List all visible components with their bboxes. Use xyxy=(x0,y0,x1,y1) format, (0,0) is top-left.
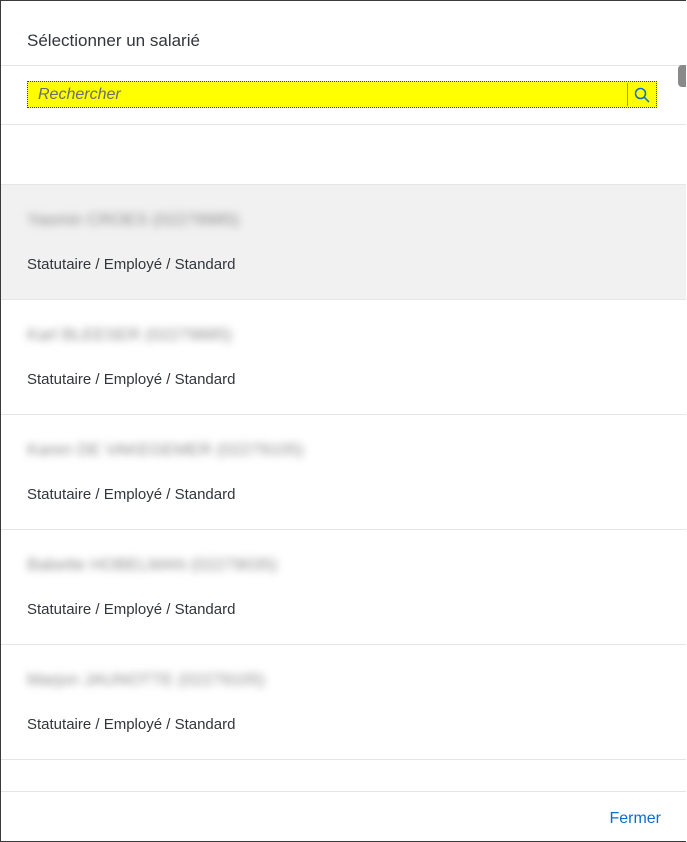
employee-name: Karl BLEESER (02279885) xyxy=(27,325,233,344)
dialog-title: Sélectionner un salarié xyxy=(27,31,200,50)
employee-description: Statutaire / Employé / Standard xyxy=(27,716,236,733)
empty-row xyxy=(1,125,686,185)
employee-name: Marjon JAUNOTTE (02279105) xyxy=(27,670,266,689)
dialog-header: Sélectionner un salarié xyxy=(1,1,686,66)
list-item[interactable]: Karl BLEESER (02279885) Statutaire / Emp… xyxy=(1,300,686,415)
select-employee-dialog: Sélectionner un salarié Yasmin CROES (02… xyxy=(0,0,686,842)
employee-name: Yasmin CROES (02279985) xyxy=(27,210,240,229)
employee-description: Statutaire / Employé / Standard xyxy=(27,601,236,618)
close-button[interactable]: Fermer xyxy=(609,810,661,828)
employee-name: Babette HOBELMAN (02279035) xyxy=(27,555,278,574)
search-bar xyxy=(1,66,686,125)
list-item[interactable]: Marjon JAUNOTTE (02279105) Statutaire / … xyxy=(1,645,686,760)
employee-description: Statutaire / Employé / Standard xyxy=(27,486,236,503)
list-item[interactable]: Babette HOBELMAN (02279035) Statutaire /… xyxy=(1,530,686,645)
employee-name: Karen DE VAKEGEMER (02279105) xyxy=(27,440,304,459)
dialog-footer: Fermer xyxy=(1,791,686,841)
list-item[interactable]: Karen DE VAKEGEMER (02279105) Statutaire… xyxy=(1,415,686,530)
search-icon[interactable] xyxy=(627,83,655,106)
employee-list: Yasmin CROES (02279985) Statutaire / Emp… xyxy=(1,185,686,760)
search-input[interactable] xyxy=(28,82,636,107)
employee-description: Statutaire / Employé / Standard xyxy=(27,371,236,388)
search-field[interactable] xyxy=(27,81,657,108)
employee-description: Statutaire / Employé / Standard xyxy=(27,256,236,273)
list-item[interactable]: Yasmin CROES (02279985) Statutaire / Emp… xyxy=(1,185,686,300)
